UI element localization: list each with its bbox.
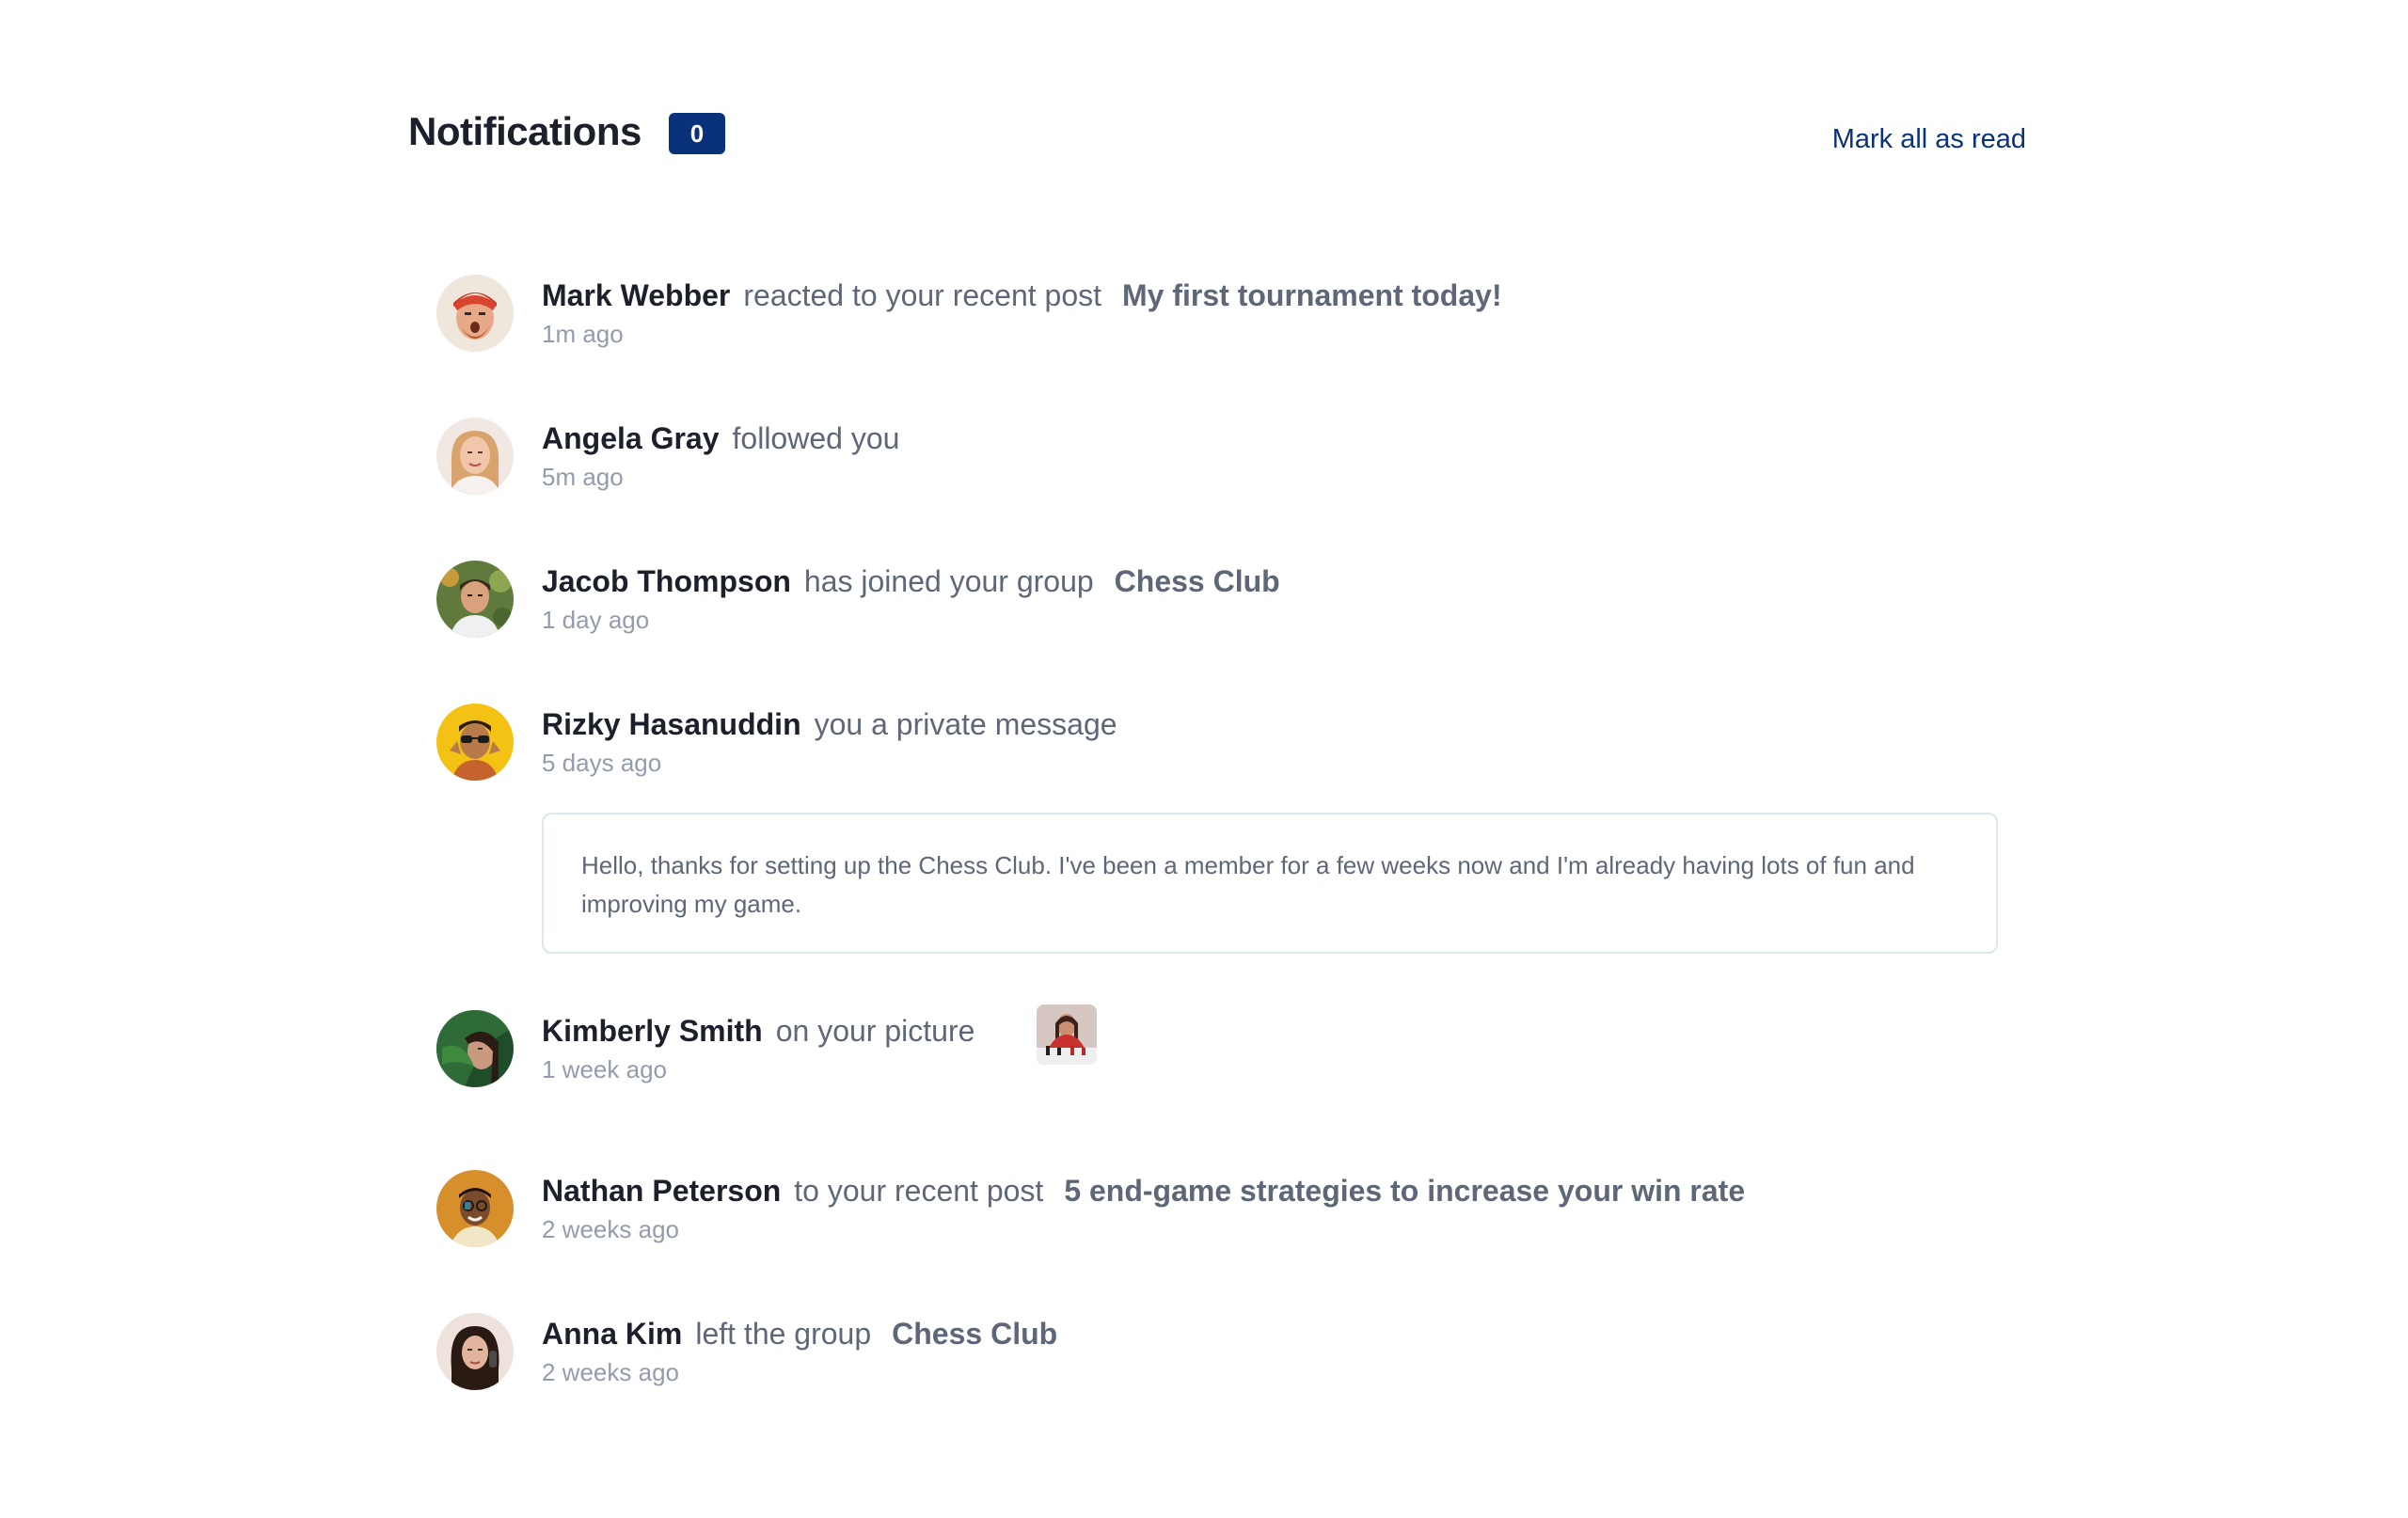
notification-text: Anna Kim left the group Chess Club <box>542 1313 1057 1354</box>
notification-text: Jacob Thompson has joined your group Chess… <box>542 561 1280 602</box>
chess-picture-thumbnail-icon[interactable] <box>1037 1004 1097 1065</box>
post-link[interactable]: My first tournament today! <box>1122 278 1502 312</box>
private-message-preview[interactable]: Hello, thanks for setting up the Chess C… <box>542 813 1998 954</box>
notification-text: Nathan Peterson to your recent post 5 end-… <box>542 1170 1745 1211</box>
notification-time: 5m ago <box>542 463 624 491</box>
unread-count-badge: 0 <box>669 113 725 154</box>
group-link[interactable]: Chess Club <box>892 1317 1057 1351</box>
notification-time: 5 days ago <box>542 749 662 777</box>
user-name-link[interactable]: Anna Kim <box>542 1317 682 1351</box>
notification-text: Mark Webber reacted to your recent post My… <box>542 275 1502 316</box>
notification-action: to your recent post <box>794 1174 1044 1208</box>
notification-action: followed you <box>732 421 900 455</box>
notification-time: 2 weeks ago <box>542 1215 679 1243</box>
notification-text: Angela Gray followed you <box>542 418 920 459</box>
user-name-link[interactable]: Jacob Thompson <box>542 564 791 598</box>
avatar-icon[interactable] <box>436 418 514 495</box>
notifications-panel: Notifications 0 Mark all as read Mark We… <box>408 0 2026 1518</box>
avatar-icon[interactable] <box>436 275 514 352</box>
user-name-link[interactable]: Kimberly Smith <box>542 1014 763 1048</box>
notification-action: reacted to your recent post <box>743 278 1102 312</box>
avatar-icon[interactable] <box>436 704 514 781</box>
notification-text: Kimberly Smith on your picture <box>542 1010 995 1052</box>
notification-action: you a private message <box>814 707 1117 741</box>
post-link[interactable]: 5 end-game strategies to increase your w… <box>1064 1174 1745 1208</box>
user-name-link[interactable]: Rizky Hasanuddin <box>542 707 801 741</box>
avatar-icon[interactable] <box>436 1170 514 1247</box>
page-title: Notifications <box>408 109 642 153</box>
notification-time: 1m ago <box>542 320 624 348</box>
notification-action: has joined your group <box>803 564 1094 598</box>
notification-time: 1 day ago <box>542 606 650 634</box>
avatar-icon[interactable] <box>436 561 514 638</box>
user-name-link[interactable]: Mark Webber <box>542 278 730 312</box>
notifications-header: Notifications 0 Mark all as read <box>408 105 2026 162</box>
avatar-icon[interactable] <box>436 1313 514 1390</box>
user-name-link[interactable]: Angela Gray <box>542 421 720 455</box>
mark-all-read-button[interactable]: Mark all as read <box>1832 124 2026 155</box>
notification-action: on your picture <box>775 1014 975 1048</box>
notification-text: Rizky Hasanuddin you a private message <box>542 704 1138 745</box>
group-link[interactable]: Chess Club <box>1115 564 1280 598</box>
notification-time: 2 weeks ago <box>542 1358 679 1386</box>
avatar-icon[interactable] <box>436 1010 514 1087</box>
notification-action: left the group <box>695 1317 872 1351</box>
user-name-link[interactable]: Nathan Peterson <box>542 1174 781 1208</box>
notification-time: 1 week ago <box>542 1055 667 1083</box>
